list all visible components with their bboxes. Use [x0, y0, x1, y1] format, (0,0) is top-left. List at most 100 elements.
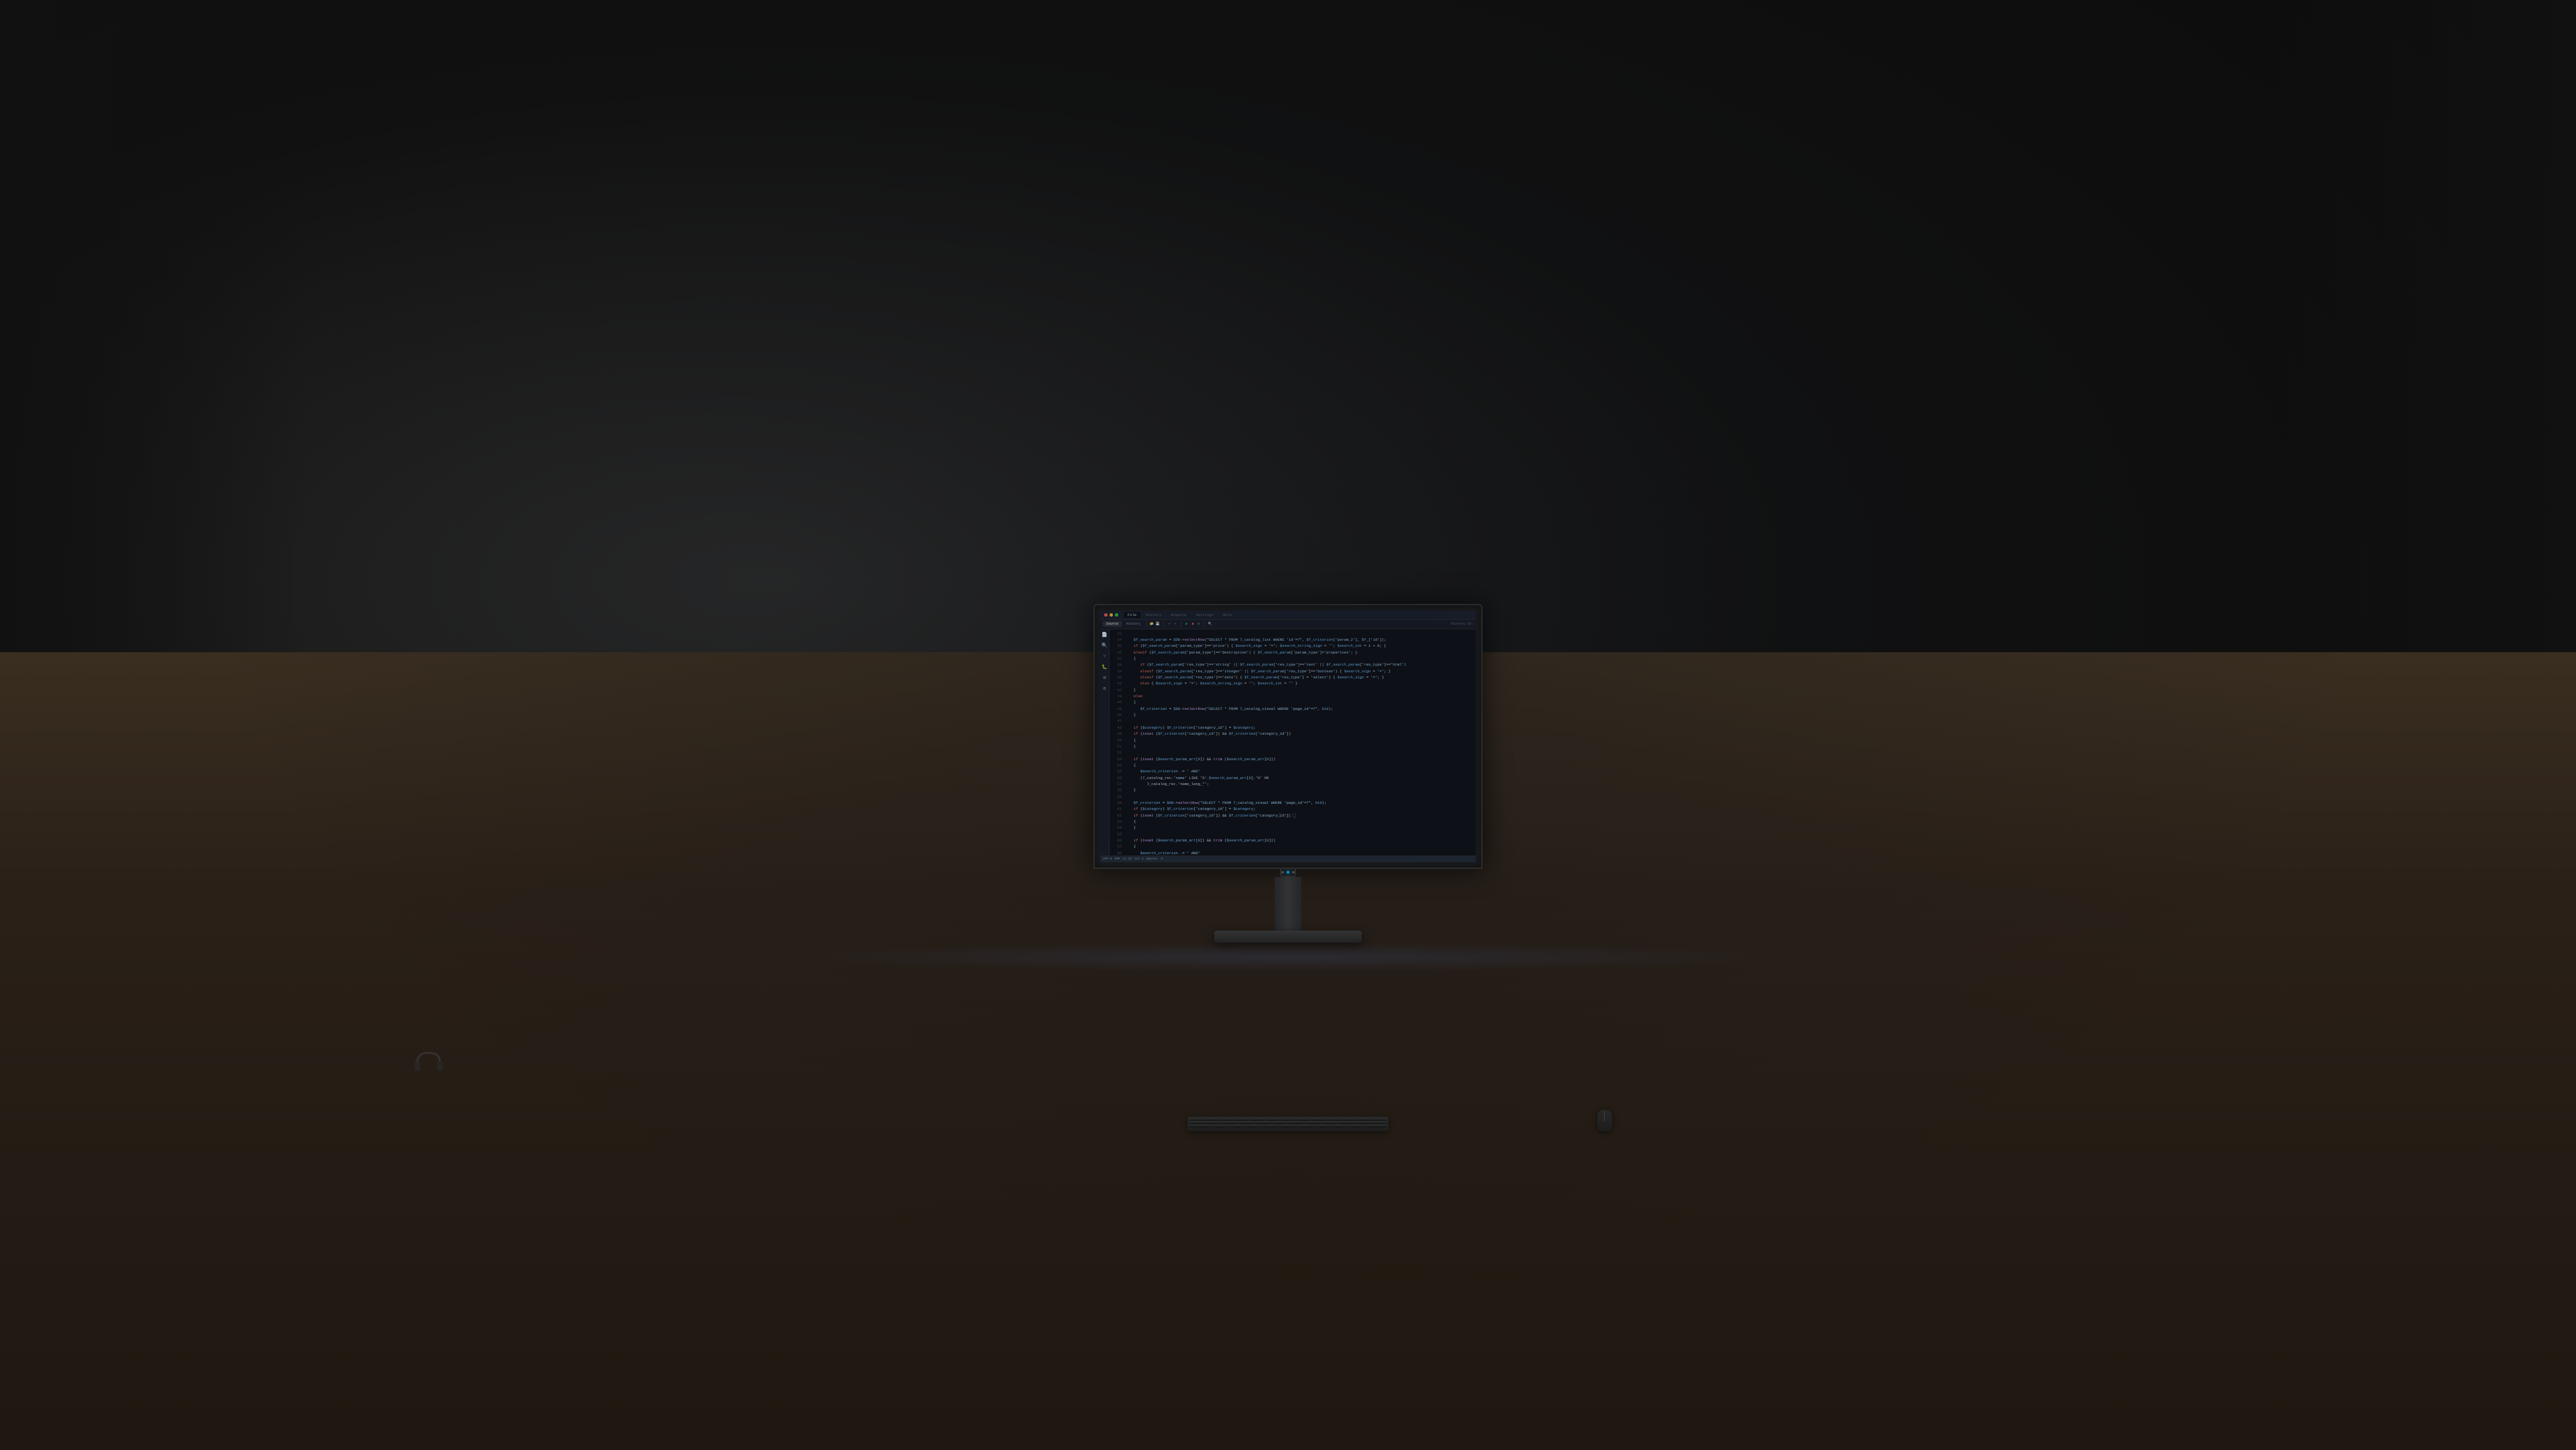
git-icon[interactable]: ⑂	[1102, 654, 1108, 660]
scene: File History Acquire Settings Help Sourc…	[0, 0, 2576, 1450]
key[interactable]	[1222, 1121, 1238, 1124]
line-numbers: 3334353637 3839404142 4344454647 4849505…	[1110, 629, 1124, 856]
key[interactable]	[1189, 1121, 1205, 1124]
files-icon[interactable]: 📄	[1102, 632, 1108, 639]
stop-icon[interactable]: ■	[1191, 622, 1195, 626]
language-status: PHP	[1115, 858, 1120, 861]
key[interactable]	[1230, 1125, 1246, 1127]
led-1	[1281, 871, 1284, 874]
headphones	[412, 1049, 445, 1073]
save-icon[interactable]: 💾	[1156, 622, 1160, 626]
key[interactable]	[1371, 1121, 1387, 1124]
key[interactable]	[1357, 1118, 1372, 1121]
mouse[interactable]	[1597, 1110, 1612, 1131]
key[interactable]	[1297, 1125, 1313, 1127]
toolbar: Source History 📁 💾 ↩ ↪ ▶ ■ ⚙	[1100, 620, 1476, 629]
redo-icon[interactable]: ↪	[1173, 622, 1177, 626]
key[interactable]	[1239, 1121, 1255, 1124]
key[interactable]	[1250, 1118, 1265, 1121]
key[interactable]	[1322, 1121, 1338, 1124]
key[interactable]	[1280, 1125, 1296, 1127]
key[interactable]	[1206, 1121, 1222, 1124]
search-icon[interactable]: 🔍	[1208, 622, 1212, 626]
key[interactable]	[1235, 1118, 1250, 1121]
folder-icon[interactable]: 📁	[1150, 622, 1154, 626]
desk-reflection	[773, 943, 1803, 972]
keyboard-keys	[1187, 1117, 1389, 1129]
key[interactable]	[1189, 1118, 1204, 1121]
key-row-2	[1189, 1121, 1387, 1124]
code-text[interactable]: $f_search_param = $DB->selectRow("SELECT…	[1124, 629, 1476, 856]
search-side-icon[interactable]: 🔍	[1102, 643, 1108, 650]
led-power[interactable]	[1287, 871, 1289, 874]
key[interactable]	[1281, 1118, 1295, 1121]
tab-history[interactable]: History	[1123, 621, 1144, 627]
undo-icon[interactable]: ↩	[1167, 622, 1171, 626]
key[interactable]	[1338, 1121, 1354, 1124]
key[interactable]	[1346, 1125, 1362, 1127]
led-3	[1292, 871, 1295, 874]
maximize-button[interactable]	[1115, 613, 1118, 617]
key[interactable]	[1342, 1118, 1356, 1121]
settings-side-icon[interactable]: ⚙	[1102, 686, 1108, 692]
key[interactable]	[1372, 1118, 1387, 1121]
menu-acquire[interactable]: Acquire	[1167, 612, 1190, 618]
key[interactable]	[1189, 1125, 1214, 1127]
key[interactable]	[1305, 1121, 1321, 1124]
key[interactable]	[1296, 1118, 1311, 1121]
monitor-stand-base	[1214, 931, 1362, 943]
menu-bar: File History Acquire Settings Help	[1124, 611, 1236, 619]
monitor-frame: File History Acquire Settings Help Sourc…	[1093, 604, 1483, 869]
extensions-icon[interactable]: ⊞	[1102, 675, 1108, 682]
side-icon-bar: 📄 🔍 ⑂ 🐛 ⊞ ⚙	[1100, 629, 1110, 856]
ide-container: File History Acquire Settings Help Sourc…	[1100, 611, 1476, 862]
key-row-1	[1189, 1118, 1387, 1121]
mouse-scroll-wheel[interactable]	[1604, 1112, 1605, 1121]
key[interactable]	[1363, 1125, 1387, 1127]
debug-side-icon[interactable]: 🐛	[1102, 664, 1108, 671]
close-button[interactable]	[1104, 613, 1108, 617]
title-bar: File History Acquire Settings Help	[1100, 611, 1476, 620]
key[interactable]	[1265, 1118, 1280, 1121]
monitor-bottom-bar	[1280, 869, 1296, 877]
status-bar: UTF-8 PHP Ln 33 Col 1 Spaces: 3	[1100, 856, 1476, 862]
key[interactable]	[1255, 1121, 1271, 1124]
key[interactable]	[1205, 1118, 1220, 1121]
menu-help[interactable]: Help	[1219, 612, 1236, 618]
minimize-button[interactable]	[1110, 613, 1113, 617]
monitor-screen: File History Acquire Settings Help Sourc…	[1100, 611, 1476, 862]
toolbar-icons: 📁 💾 ↩ ↪ ▶ ■ ⚙ 🔍	[1150, 621, 1212, 627]
key[interactable]	[1330, 1125, 1346, 1127]
key[interactable]	[1264, 1125, 1280, 1127]
key[interactable]	[1313, 1125, 1330, 1127]
code-editor[interactable]: 3334353637 3839404142 4344454647 4849505…	[1110, 629, 1476, 856]
tab-source[interactable]: Source	[1103, 621, 1122, 627]
col-status: Col 1	[1134, 858, 1144, 861]
monitor-brand-logo: BenQ	[1279, 813, 1297, 819]
play-icon[interactable]: ▶	[1185, 622, 1189, 626]
spaces-status: Spaces: 3	[1146, 858, 1163, 861]
key[interactable]	[1247, 1125, 1263, 1127]
encoding-status: UTF-8	[1103, 858, 1112, 861]
window-controls	[1104, 613, 1118, 617]
key[interactable]	[1326, 1118, 1341, 1121]
main-editor-area: 📄 🔍 ⑂ 🐛 ⊞ ⚙ 3334353637 3839404142	[1100, 629, 1476, 856]
line-status: Ln 33	[1123, 858, 1132, 861]
key[interactable]	[1272, 1121, 1288, 1124]
toolbar-separator-2	[1163, 621, 1164, 627]
main-monitor: File History Acquire Settings Help Sourc…	[1093, 604, 1483, 943]
key-row-3	[1189, 1125, 1387, 1127]
toolbar-separator-1	[1146, 621, 1147, 627]
key[interactable]	[1220, 1118, 1234, 1121]
keyboard[interactable]	[1187, 1117, 1389, 1131]
menu-file[interactable]: File	[1124, 612, 1140, 618]
key[interactable]	[1354, 1121, 1371, 1124]
monitor-stand-neck	[1275, 877, 1301, 931]
debug-icon[interactable]: ⚙	[1197, 622, 1201, 626]
key[interactable]	[1288, 1121, 1304, 1124]
toolbar-separator-4	[1204, 621, 1205, 627]
key[interactable]	[1311, 1118, 1326, 1121]
menu-settings[interactable]: Settings	[1191, 612, 1217, 618]
menu-history[interactable]: History	[1142, 612, 1165, 618]
key[interactable]	[1214, 1125, 1230, 1127]
